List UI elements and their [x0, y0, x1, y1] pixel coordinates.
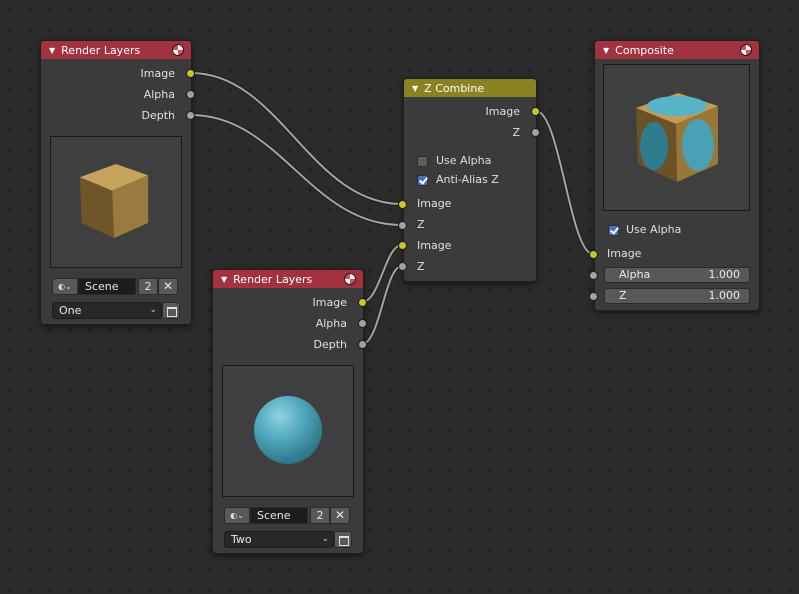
link-rl1-image-to-zcombine-image-line — [190, 72, 403, 205]
scene-browse-button[interactable]: ◐⌄ — [52, 278, 78, 295]
render-layer-button[interactable] — [334, 531, 352, 548]
composite-use-alpha-checkbox[interactable] — [608, 225, 619, 236]
render-preview — [222, 365, 354, 497]
render-layer-value: One — [59, 304, 82, 317]
output-alpha-label: Alpha — [143, 88, 175, 101]
z-value-field[interactable]: Z 1.000 — [604, 288, 750, 304]
collapse-arrow-icon[interactable]: ▼ — [221, 275, 227, 284]
alpha-field-label: Alpha — [619, 268, 651, 281]
input-z-label-2: Z — [417, 260, 425, 273]
cube-preview — [79, 164, 149, 239]
zc-z-input-socket-1[interactable] — [398, 221, 407, 230]
anti-alias-z-checkbox[interactable] — [417, 175, 428, 186]
scene-users-count[interactable]: 2 — [138, 278, 158, 295]
node-title: Render Layers — [61, 43, 141, 57]
alpha-field-value: 1.000 — [708, 268, 741, 281]
use-alpha-checkbox[interactable] — [417, 156, 428, 167]
z-field-value: 1.000 — [708, 289, 741, 302]
zc-image-input-socket-1[interactable] — [398, 200, 407, 209]
link-rl1-depth-to-zcombine-z-line — [190, 114, 403, 226]
node-header[interactable]: ▼ Render Layers — [41, 41, 191, 59]
scene-selector: ◐⌄ Scene 2 ✕ — [224, 507, 350, 524]
scene-browse-button[interactable]: ◐⌄ — [224, 507, 250, 524]
scene-selector: ◐⌄ Scene 2 ✕ — [52, 278, 178, 295]
collapse-arrow-icon[interactable]: ▼ — [603, 46, 609, 55]
node-title: Render Layers — [233, 272, 313, 286]
output-image-label: Image — [312, 296, 347, 309]
chevron-down-icon: ⌄ — [321, 534, 329, 544]
scene-unlink-button[interactable]: ✕ — [158, 278, 178, 295]
zc-z-input-socket-2[interactable] — [398, 262, 407, 271]
rl1-image-output-socket[interactable] — [186, 69, 195, 78]
zc-image-input-socket-2[interactable] — [398, 241, 407, 250]
composite-preview — [603, 64, 750, 211]
node-header[interactable]: ▼ Z Combine — [404, 79, 536, 97]
render-layers-node-1[interactable]: ▼ Render Layers Image Alpha Depth ◐⌄ Sce… — [40, 40, 192, 325]
render-layer-button[interactable] — [162, 302, 180, 319]
render-icon[interactable] — [740, 44, 752, 56]
collapse-arrow-icon[interactable]: ▼ — [49, 46, 55, 55]
render-icon[interactable] — [172, 44, 184, 56]
link-zcombine-image-to-composite-image-line — [535, 110, 594, 255]
composite-use-alpha-label: Use Alpha — [626, 223, 682, 236]
input-image-label-2: Image — [417, 239, 452, 252]
anti-alias-z-label: Anti-Alias Z — [436, 173, 499, 186]
rl1-depth-output-socket[interactable] — [186, 111, 195, 120]
z-combine-node[interactable]: ▼ Z Combine Image Z Use Alpha Anti-Alias… — [403, 78, 537, 282]
sphere-preview — [254, 396, 322, 464]
render-layer-value: Two — [231, 533, 252, 546]
node-header[interactable]: ▼ Render Layers — [213, 270, 363, 288]
zc-z-output-socket[interactable] — [531, 128, 540, 137]
output-image-label: Image — [485, 105, 520, 118]
composite-node[interactable]: ▼ Composite Use Alpha Image Alpha 1.000 … — [594, 40, 760, 311]
link-rl2-image-to-zcombine-image-line — [361, 244, 403, 303]
rl2-image-output-socket[interactable] — [358, 298, 367, 307]
output-alpha-label: Alpha — [315, 317, 347, 330]
alpha-value-field[interactable]: Alpha 1.000 — [604, 267, 750, 283]
output-depth-label: Depth — [141, 109, 175, 122]
node-title: Z Combine — [424, 81, 485, 95]
rl1-alpha-output-socket[interactable] — [186, 90, 195, 99]
input-image-label: Image — [607, 247, 642, 260]
node-header[interactable]: ▼ Composite — [595, 41, 759, 59]
chevron-down-icon: ⌄ — [149, 305, 157, 315]
composite-z-input-socket[interactable] — [589, 292, 598, 301]
render-layer-select[interactable]: Two ⌄ — [224, 531, 334, 548]
render-layers-node-2[interactable]: ▼ Render Layers Image Alpha Depth ◐⌄ Sce… — [212, 269, 364, 554]
scene-name-field[interactable]: Scene — [250, 507, 308, 524]
scene-users-count[interactable]: 2 — [310, 507, 330, 524]
z-field-label: Z — [619, 289, 627, 302]
rl2-alpha-output-socket[interactable] — [358, 319, 367, 328]
render-preview — [50, 136, 182, 268]
output-z-label: Z — [512, 126, 520, 139]
input-z-label-1: Z — [417, 218, 425, 231]
collapse-arrow-icon[interactable]: ▼ — [412, 84, 418, 93]
composite-image-input-socket[interactable] — [589, 250, 598, 259]
output-depth-label: Depth — [313, 338, 347, 351]
scene-name-field[interactable]: Scene — [78, 278, 136, 295]
input-image-label-1: Image — [417, 197, 452, 210]
rl2-depth-output-socket[interactable] — [358, 340, 367, 349]
scene-unlink-button[interactable]: ✕ — [330, 507, 350, 524]
output-image-label: Image — [140, 67, 175, 80]
render-layer-select[interactable]: One ⌄ — [52, 302, 162, 319]
node-title: Composite — [615, 43, 674, 57]
composite-alpha-input-socket[interactable] — [589, 271, 598, 280]
use-alpha-label: Use Alpha — [436, 154, 492, 167]
zc-image-output-socket[interactable] — [531, 107, 540, 116]
render-icon[interactable] — [344, 273, 356, 285]
cube-sphere-composite-preview — [636, 93, 718, 182]
